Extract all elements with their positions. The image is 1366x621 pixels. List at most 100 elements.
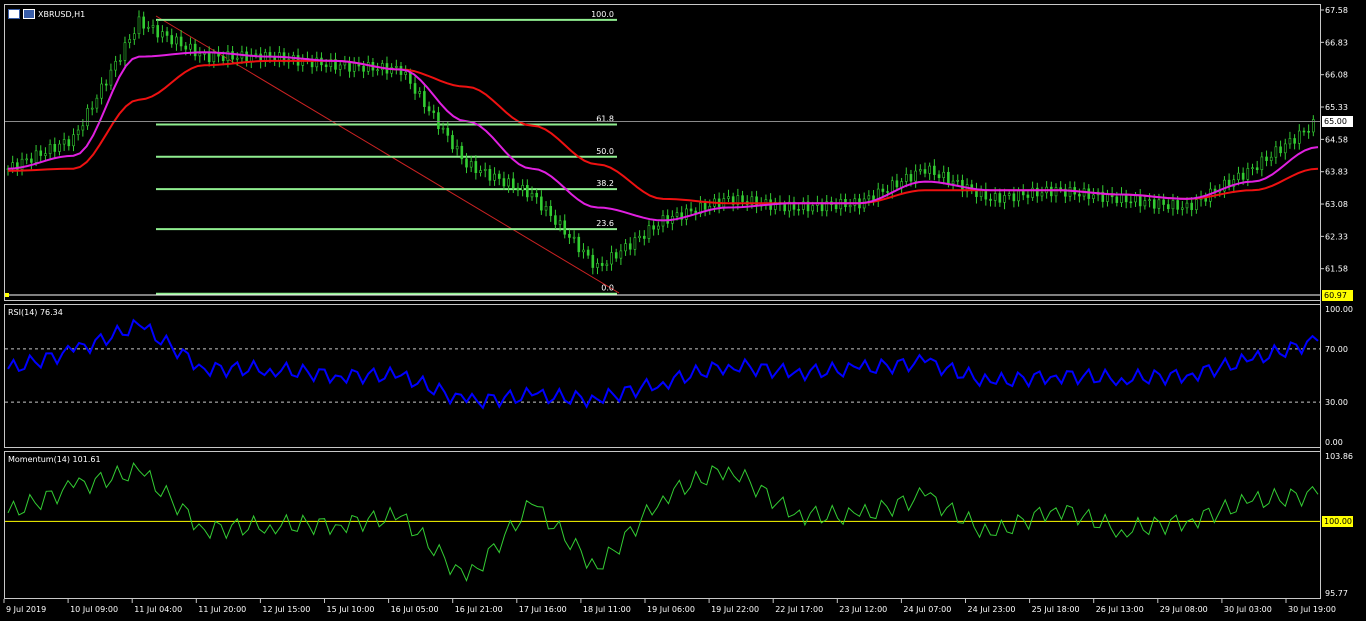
- candle-body: [175, 36, 178, 45]
- rsi-pane-frame: [4, 304, 1321, 448]
- low-price-tag: 60.97: [1322, 289, 1353, 301]
- candle-body: [600, 263, 604, 266]
- candle-body: [1152, 199, 1156, 209]
- candle-body: [614, 252, 618, 259]
- flag-icon[interactable]: [23, 9, 35, 19]
- candle-body: [993, 193, 997, 201]
- candle-body: [1017, 190, 1020, 202]
- fibonacci-level-label: 38.2: [596, 179, 614, 188]
- time-axis: 9 Jul 2019 10 Jul 09:00 11 Jul 04:00 11 Jul…: [3, 599, 1336, 614]
- candle-body: [1138, 195, 1142, 207]
- rsi-tick-label: 100.00: [1325, 305, 1353, 314]
- candle-body: [919, 169, 922, 172]
- candle-body: [507, 178, 510, 187]
- rsi-tick-label: 0.00: [1325, 438, 1343, 447]
- price-tick-label: 67.58: [1325, 6, 1348, 15]
- candle-body: [577, 236, 581, 253]
- candle-body: [441, 127, 445, 130]
- candle-body: [1148, 199, 1151, 201]
- candle-body: [1012, 193, 1016, 202]
- candle-body: [1297, 130, 1301, 144]
- candle-body: [1059, 187, 1062, 190]
- candle-body: [1237, 172, 1240, 181]
- fibonacci-level-label: 50.0: [596, 147, 614, 156]
- candle-body: [848, 204, 852, 208]
- candle-body: [446, 127, 450, 136]
- candle-body: [493, 173, 496, 181]
- price-tick-label: 66.08: [1325, 71, 1348, 80]
- candle-body: [362, 65, 365, 72]
- candle-body: [558, 220, 562, 225]
- time-tick-label: 16 Jul 21:00: [455, 605, 503, 614]
- candle-body: [1195, 199, 1198, 210]
- price-tick-label: 63.08: [1325, 200, 1348, 209]
- candle-body: [207, 52, 211, 63]
- candle-body: [703, 202, 707, 210]
- candle-body: [212, 52, 216, 63]
- rsi-axis: 100.00 70.00 30.00 0.00: [1325, 305, 1353, 447]
- time-tick-label: 25 Jul 18:00: [1032, 605, 1080, 614]
- candle-body: [62, 139, 66, 145]
- chart-icon[interactable]: [8, 9, 20, 19]
- time-tick-label: 17 Jul 16:00: [519, 605, 567, 614]
- candle-body: [947, 171, 950, 184]
- candle-body: [1288, 138, 1292, 145]
- candle-body: [451, 135, 454, 150]
- candle-body: [53, 143, 57, 152]
- time-tick-label: 30 Jul 19:00: [1288, 605, 1336, 614]
- fibonacci-level-label: 0.0: [601, 284, 614, 293]
- candle-body: [376, 69, 379, 72]
- candle-body: [1134, 195, 1137, 203]
- candle-body: [76, 129, 80, 136]
- candle-body: [1269, 156, 1273, 161]
- candle-body: [48, 143, 52, 154]
- candle-body: [1166, 204, 1170, 210]
- price-axis: 67.58 66.83 66.08 65.33 64.58 63.83 63.08 62.33…: [1320, 6, 1348, 274]
- time-tick-label: 10 Jul 09:00: [70, 605, 118, 614]
- rsi-tick-label: 70.00: [1325, 345, 1348, 354]
- candle-body: [469, 161, 473, 168]
- candle-body: [404, 71, 407, 75]
- candle-body: [942, 171, 946, 178]
- candle-body: [689, 208, 693, 212]
- fibonacci-level-label: 61.8: [596, 115, 614, 124]
- candle-body: [488, 169, 492, 181]
- candle-body: [1293, 138, 1296, 144]
- time-tick-label: 26 Jul 13:00: [1096, 605, 1144, 614]
- candle-body: [1190, 202, 1193, 210]
- candle-body: [904, 174, 908, 182]
- candle-body: [1078, 193, 1081, 197]
- candle-body: [563, 220, 567, 235]
- candle-body: [811, 205, 815, 212]
- candle-body: [338, 64, 342, 70]
- candle-body: [1283, 143, 1287, 154]
- candle-body: [128, 39, 131, 44]
- candle-body: [544, 205, 548, 211]
- candle-body: [465, 158, 468, 168]
- candle-body: [133, 33, 136, 40]
- candle-body: [1040, 192, 1044, 197]
- symbol-title: XBRUSD,H1: [38, 9, 86, 19]
- candle-body: [30, 158, 33, 163]
- time-tick-label: 19 Jul 06:00: [647, 605, 695, 614]
- candle-body: [605, 263, 609, 266]
- candle-body: [937, 174, 941, 178]
- candle-body: [886, 191, 889, 193]
- candle-body: [1241, 172, 1245, 180]
- candle-body: [1087, 188, 1091, 199]
- candle-body: [1026, 194, 1030, 198]
- candle-body: [460, 145, 464, 160]
- candle-body: [554, 215, 557, 225]
- momentum-tick-label: 103.86: [1325, 452, 1353, 461]
- candle-body: [179, 36, 183, 47]
- candle-body: [1185, 202, 1189, 209]
- candle-body: [530, 192, 534, 198]
- rsi-tick-label: 30.00: [1325, 398, 1348, 407]
- candle-body: [1307, 130, 1310, 133]
- candle-body: [1181, 207, 1184, 210]
- candle-body: [72, 134, 75, 147]
- price-tick-label: 61.58: [1325, 265, 1348, 274]
- candle-body: [104, 83, 108, 86]
- candle-body: [161, 31, 164, 38]
- candle-body: [989, 198, 992, 201]
